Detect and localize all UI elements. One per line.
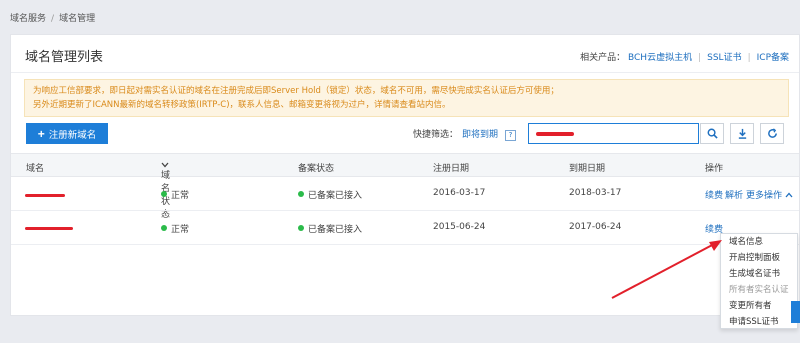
renew-link[interactable]: 续费 (705, 188, 723, 201)
more-actions-menu: 域名信息 开启控制面板 生成域名证书 所有者实名认证 变更所有者 申请SSL证书 (720, 233, 798, 329)
download-icon (738, 128, 746, 139)
ok-dot-icon (298, 191, 304, 197)
related-products: 相关产品： BCH云虚拟主机 | SSL证书 | ICP备案 (580, 53, 789, 63)
more-actions-label: 更多操作 (746, 191, 783, 201)
redacted-domain (25, 227, 73, 230)
menu-item-control-panel[interactable]: 开启控制面板 (721, 250, 797, 266)
card-header: 域名管理列表 相关产品： BCH云虚拟主机 | SSL证书 | ICP备案 (11, 35, 799, 73)
menu-item-ssl-cert[interactable]: 申请SSL证书 (721, 314, 797, 330)
menu-item-owner-verify: 所有者实名认证 (729, 285, 789, 295)
chevron-up-icon (785, 192, 793, 198)
resolve-link[interactable]: 解析 (725, 188, 743, 201)
col-domain-status[interactable]: 域名状态 (161, 161, 170, 220)
plus-icon: + (37, 126, 45, 141)
side-widget[interactable] (791, 301, 800, 323)
register-domain-label: 注册新域名 (48, 129, 97, 141)
menu-item-domain-cert[interactable]: 生成域名证书 (721, 266, 797, 282)
breadcrumb: 域名服务 / 域名管理 (10, 11, 95, 24)
menu-item-domain-info[interactable]: 域名信息 (721, 234, 797, 250)
search-input[interactable] (528, 123, 699, 144)
col-exp-date: 到期日期 (569, 164, 606, 174)
search-button[interactable] (700, 123, 724, 144)
refresh-button[interactable] (760, 123, 784, 144)
exp-date: 2018-03-17 (569, 188, 622, 198)
more-actions-link[interactable]: 更多操作 (746, 188, 793, 201)
link-icp[interactable]: ICP备案 (757, 53, 789, 63)
refresh-icon (767, 128, 777, 138)
breadcrumb-current: 域名管理 (59, 14, 96, 24)
table-row: 正常 已备案已接入 2016-03-17 2018-03-17 续费 解析 更多… (11, 177, 799, 211)
domain-list-card: 域名管理列表 相关产品： BCH云虚拟主机 | SSL证书 | ICP备案 为响应工信部… (10, 34, 800, 316)
table-header: 域名 域名状态 备案状态 注册日期 到期日期 操作 (11, 153, 799, 220)
search-icon (707, 128, 718, 139)
ok-dot-icon (298, 225, 304, 231)
icp-status-text: 已备案已接入 (308, 191, 363, 201)
reg-date: 2015-06-24 (433, 222, 486, 232)
filter-expiring-link[interactable]: 即将到期 (462, 130, 498, 140)
col-actions: 操作 (705, 164, 724, 174)
breadcrumb-parent[interactable]: 域名服务 (10, 14, 46, 24)
col-icp-status: 备案状态 (298, 164, 335, 174)
notice-banner: 为响应工信部要求，即日起对需实名认证的域名在注册完成后即Server Hold（… (24, 79, 789, 117)
domain-status: 正常 (161, 188, 189, 201)
menu-item-change-owner[interactable]: 变更所有者 (721, 298, 797, 314)
domain-status-text: 正常 (171, 191, 190, 201)
reg-date: 2016-03-17 (433, 188, 486, 198)
redacted-domain (25, 194, 65, 197)
table-row: 正常 已备案已接入 2015-06-24 2017-06-24 续费 (11, 211, 799, 245)
link-ssl-cert[interactable]: SSL证书 (707, 53, 741, 63)
toolbar: + 注册新域名 快捷筛选： 即将到期? (11, 123, 799, 149)
icp-status-text: 已备案已接入 (308, 225, 363, 235)
notice-line-2: 另外近期更新了ICANN最新的域名转移政策(IRTP-C)，联系人信息、邮箱变更… (33, 100, 451, 110)
help-icon[interactable]: ? (505, 130, 517, 141)
ok-dot-icon (161, 191, 167, 197)
col-domain: 域名 (26, 164, 45, 174)
col-reg-date: 注册日期 (433, 164, 470, 174)
icp-status: 已备案已接入 (298, 188, 362, 201)
page-title: 域名管理列表 (25, 50, 104, 65)
redaction-mark (536, 132, 574, 136)
quick-filter-label: 快捷筛选： (413, 130, 459, 140)
related-label: 相关产品： (580, 53, 626, 63)
link-bch-hosting[interactable]: BCH云虚拟主机 (628, 53, 692, 63)
register-domain-button[interactable]: + 注册新域名 (26, 123, 108, 144)
download-button[interactable] (730, 123, 754, 144)
ok-dot-icon (161, 225, 167, 231)
domain-status: 正常 (161, 222, 189, 235)
breadcrumb-separator: / (51, 14, 55, 24)
domain-table: 域名 域名状态 备案状态 注册日期 到期日期 操作 正常 已备案已接入 2016… (11, 153, 799, 245)
notice-line-1: 为响应工信部要求，即日起对需实名认证的域名在注册完成后即Server Hold（… (33, 86, 559, 96)
icp-status: 已备案已接入 (298, 222, 362, 235)
quick-filter: 快捷筛选： 即将到期? (413, 127, 517, 141)
exp-date: 2017-06-24 (569, 222, 622, 232)
domain-status-text: 正常 (171, 225, 190, 235)
